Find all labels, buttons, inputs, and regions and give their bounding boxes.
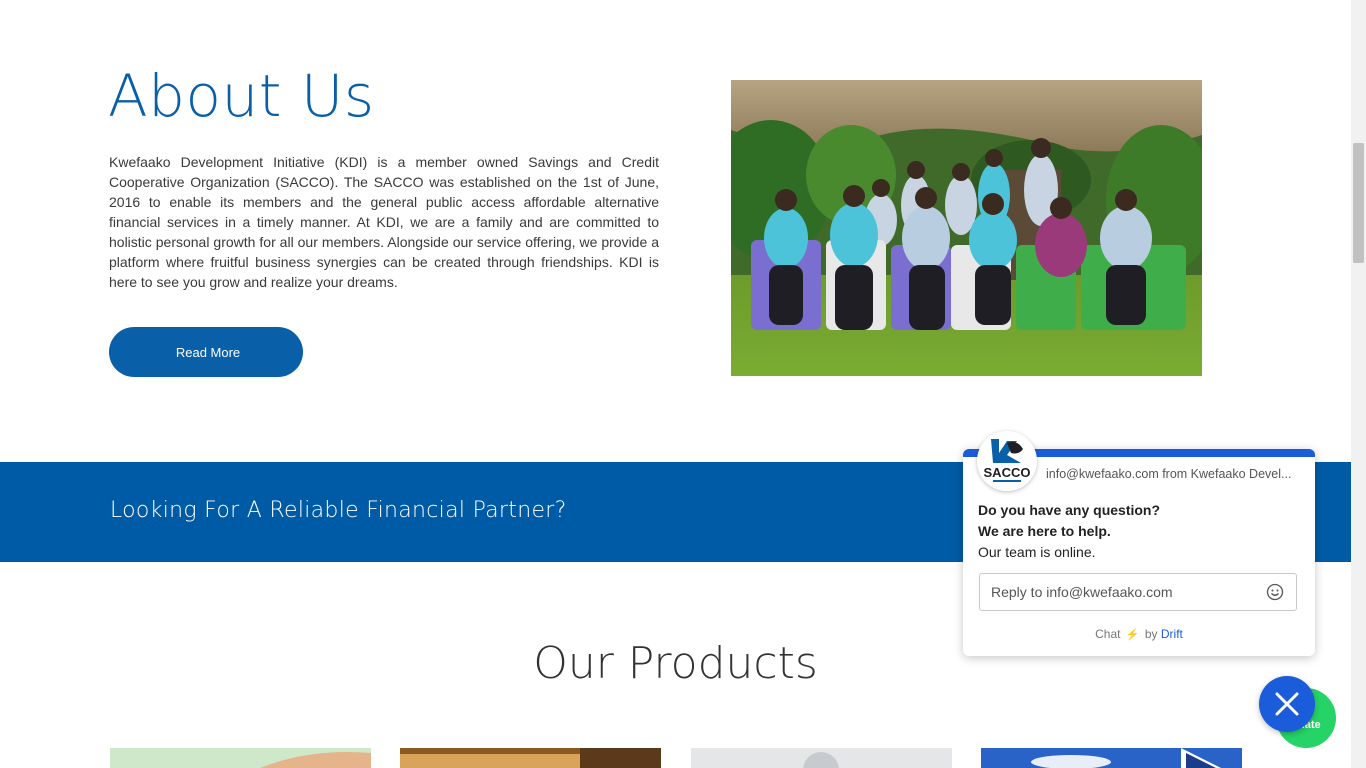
team-photo: [731, 80, 1202, 376]
chat-widget: SACCO info@kwefaako.com from Kwefaako De…: [963, 431, 1315, 656]
product-card[interactable]: [110, 748, 371, 768]
chat-reply-box[interactable]: [979, 573, 1297, 611]
about-title: About Us: [108, 62, 375, 130]
team-photo-icon: [731, 80, 1202, 376]
chat-question: Do you have any question?: [978, 502, 1161, 518]
read-more-button[interactable]: Read More: [109, 327, 303, 377]
banner-text: Looking For A Reliable Financial Partner…: [110, 498, 567, 523]
close-icon: [1275, 692, 1299, 716]
product-card[interactable]: [691, 748, 952, 768]
product-image-1-icon: [110, 748, 371, 768]
chat-message: Do you have any question? We are here to…: [978, 500, 1160, 563]
kdi-logo-icon: SACCO: [977, 431, 1037, 491]
scrollbar[interactable]: [1351, 0, 1366, 768]
chat-footer: Chat ⚡ by Drift: [963, 627, 1315, 641]
chat-footer-prefix: Chat: [1095, 627, 1121, 641]
about-description: Kwefaako Development Initiative (KDI) is…: [109, 154, 659, 290]
chat-footer-by: by: [1144, 627, 1158, 641]
product-image-2-icon: [400, 748, 661, 768]
chat-help: We are here to help.: [978, 523, 1111, 539]
emoji-icon[interactable]: [1266, 583, 1284, 601]
chat-from: info@kwefaako.com from Kwefaako Devel...: [1046, 467, 1292, 481]
chat-avatar: SACCO: [977, 431, 1037, 491]
chat-reply-input[interactable]: [980, 574, 1272, 610]
product-image-3-icon: [691, 748, 952, 768]
chat-status: Our team is online.: [978, 544, 1096, 560]
scrollbar-thumb[interactable]: [1353, 143, 1364, 263]
chat-close-button[interactable]: [1259, 676, 1315, 732]
svg-text:SACCO: SACCO: [984, 465, 1031, 480]
product-card[interactable]: [981, 748, 1242, 768]
bolt-icon: ⚡: [1125, 629, 1140, 641]
product-image-4-icon: [981, 748, 1242, 768]
drift-link[interactable]: Drift: [1161, 627, 1183, 641]
product-card[interactable]: [400, 748, 661, 768]
